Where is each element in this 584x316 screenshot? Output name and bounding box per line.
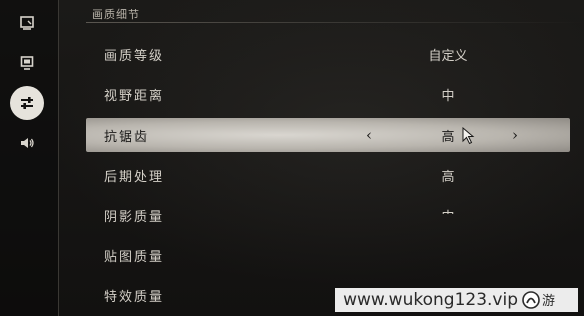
graphics-category-button[interactable] [10, 86, 44, 120]
setting-label: 抗锯齿 [104, 129, 150, 145]
setting-row-quality-level[interactable]: 画质等级 自定义 [86, 37, 570, 71]
svg-text:游: 游 [542, 294, 555, 309]
display-icon [20, 16, 34, 30]
setting-label: 画质等级 [104, 48, 165, 64]
setting-row-texture-quality[interactable]: 贴图质量 [86, 238, 570, 272]
jiuyou-logo-icon: 游 [522, 291, 555, 309]
setting-value: 自定义 [428, 48, 468, 64]
sliders-icon [21, 97, 33, 109]
setting-value: 中 [441, 209, 455, 225]
setting-label: 特效质量 [104, 289, 165, 305]
setting-row-anti-aliasing[interactable]: 抗锯齿 ‹ 高 › [86, 118, 570, 152]
setting-row-shadow-quality[interactable]: 阴影质量 中 [86, 198, 570, 232]
setting-row-view-distance[interactable]: 视野距离 中 [86, 77, 570, 111]
display-category-button[interactable] [10, 6, 44, 40]
audio-category-button[interactable] [10, 126, 44, 160]
section-divider [86, 22, 584, 23]
setting-label: 贴图质量 [104, 249, 165, 265]
setting-value: 高 [441, 169, 455, 185]
monitor-icon [20, 56, 34, 70]
site-watermark: www.wukong123.vip 游 [335, 288, 578, 312]
section-title: 画质细节 [92, 8, 140, 21]
setting-label: 视野距离 [104, 88, 165, 104]
settings-category-rail [0, 0, 59, 316]
setting-label: 阴影质量 [104, 209, 165, 225]
monitor-category-button[interactable] [10, 46, 44, 80]
next-value-arrow[interactable]: › [512, 126, 518, 144]
setting-value: 中 [441, 88, 455, 104]
speaker-icon [21, 138, 34, 148]
previous-value-arrow[interactable]: ‹ [366, 126, 372, 144]
setting-row-post-processing[interactable]: 后期处理 高 [86, 158, 570, 192]
watermark-url: www.wukong123.vip [343, 290, 518, 310]
mouse-cursor-icon [462, 127, 475, 145]
setting-label: 后期处理 [104, 169, 165, 185]
